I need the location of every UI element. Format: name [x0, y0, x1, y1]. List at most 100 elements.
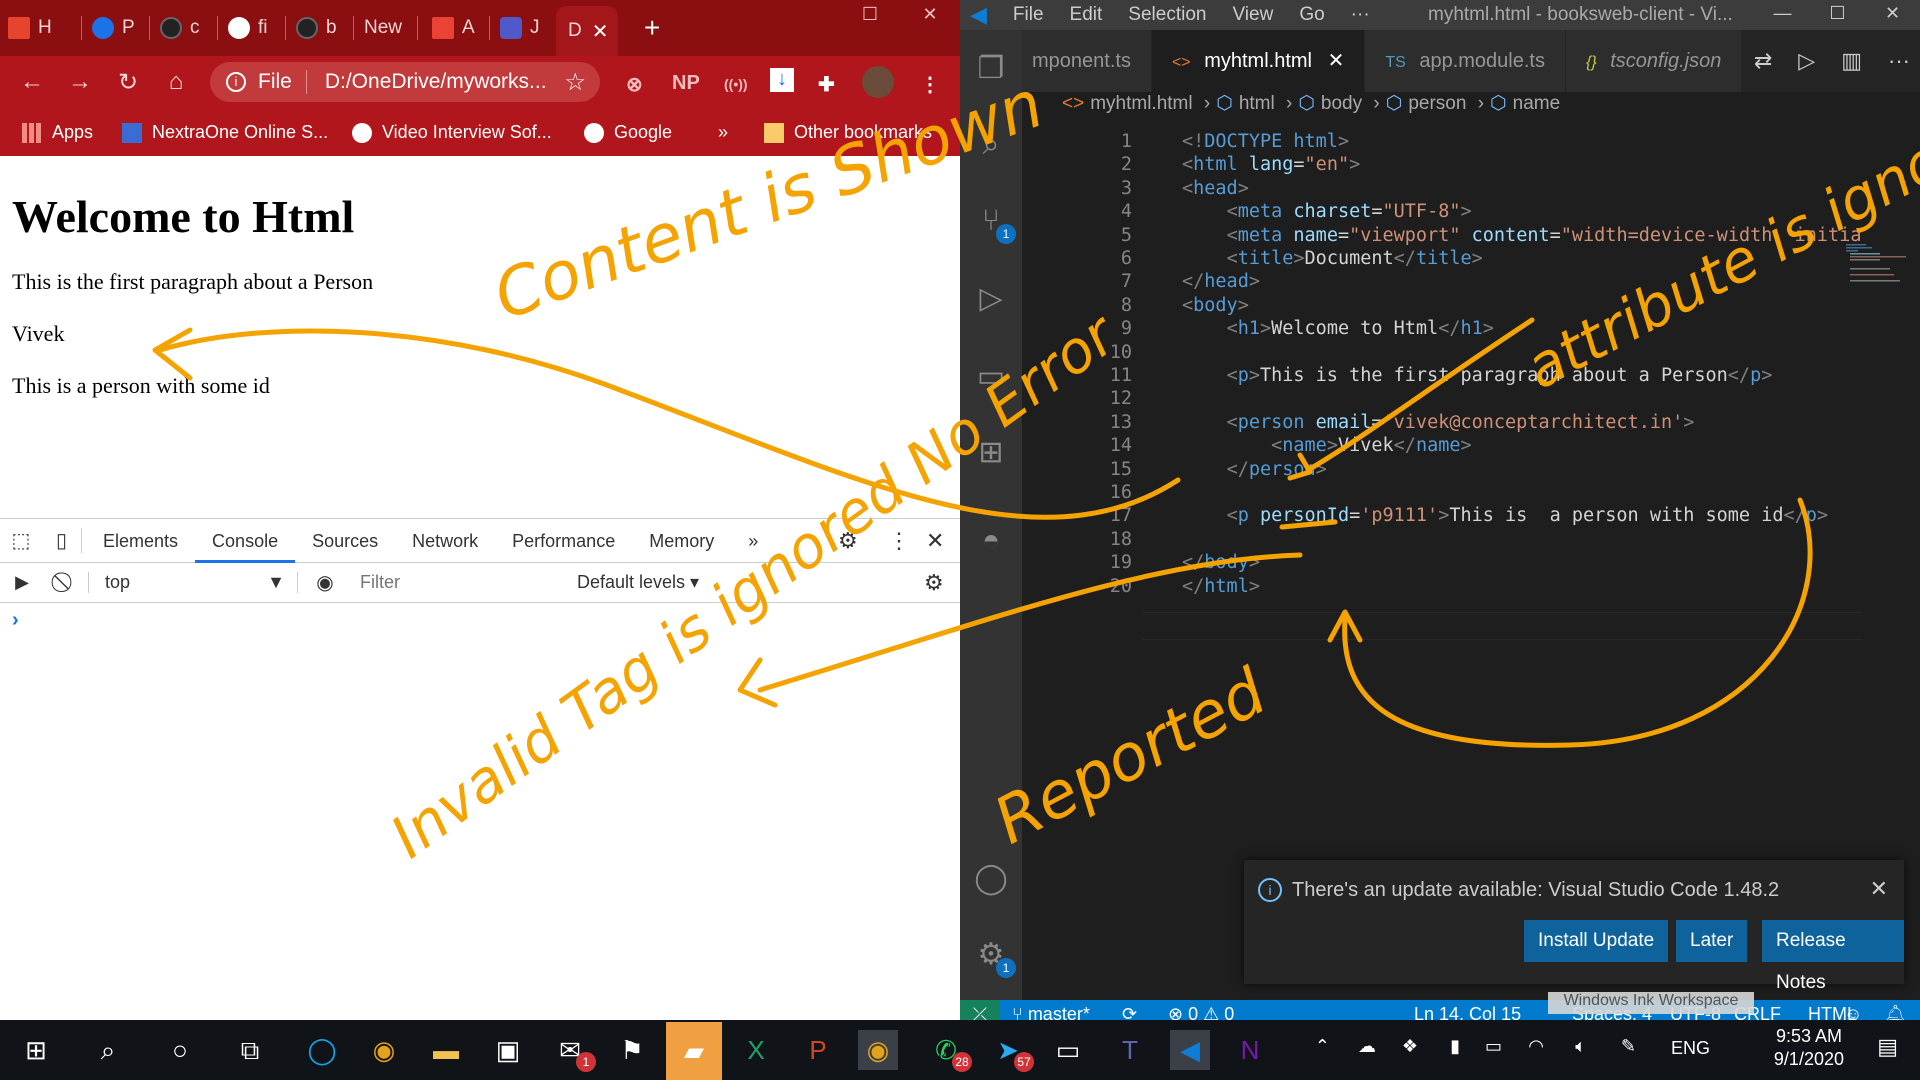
file-explorer-icon[interactable]: ▬	[426, 1030, 466, 1070]
close-icon[interactable]: ✕	[900, 0, 960, 30]
puzzle-icon[interactable]: ✚	[818, 72, 835, 97]
battery-icon[interactable]: ▭	[1485, 1036, 1502, 1057]
tab-close-icon[interactable]: ✕	[592, 19, 609, 44]
sidebar-toggle-icon[interactable]: ▶	[0, 572, 44, 593]
tab-sources[interactable]: Sources	[295, 519, 395, 563]
account-icon[interactable]: ◯	[972, 860, 1010, 898]
more-actions-icon[interactable]: ···	[1888, 48, 1910, 74]
editor-tab-active[interactable]: <> myhtml.html ✕	[1151, 30, 1366, 92]
excel-icon[interactable]: X	[736, 1030, 776, 1070]
device-toolbar-icon[interactable]: ▯	[42, 528, 82, 553]
maximize-icon[interactable]: ☐	[1810, 0, 1865, 26]
new-tab-button[interactable]: +	[644, 8, 660, 48]
source-control-icon[interactable]: ⑂ 1	[972, 202, 1016, 244]
vscode-taskbar-icon[interactable]: ◀	[1170, 1030, 1210, 1070]
bookmark-apps[interactable]: Apps	[22, 122, 93, 143]
later-button[interactable]: Later	[1676, 920, 1748, 962]
console-filter-input[interactable]	[352, 567, 567, 598]
log-levels-dropdown[interactable]: Default levels ▾	[577, 572, 699, 593]
tab-performance[interactable]: Performance	[495, 519, 632, 563]
install-update-button[interactable]: Install Update	[1524, 920, 1669, 962]
url-text[interactable]: D:/OneDrive/myworks...	[325, 70, 547, 94]
chrome-tab[interactable]: New	[364, 8, 418, 48]
broadcast-extension-icon[interactable]: ((•))	[724, 76, 748, 92]
whatsapp-icon[interactable]: ✆ 28	[926, 1030, 972, 1072]
cortana-circle-icon[interactable]: ◯	[302, 1030, 342, 1070]
release-notes-button[interactable]: Release Notes	[1762, 920, 1904, 993]
maximize-icon[interactable]: ☐	[840, 0, 900, 30]
remote-explorer-icon[interactable]: ▭	[972, 358, 1010, 396]
avatar[interactable]	[862, 66, 894, 98]
docker-icon[interactable]: ◓	[972, 522, 1010, 560]
breadcrumb-item[interactable]: body	[1321, 93, 1362, 114]
run-debug-icon[interactable]: ▷	[972, 280, 1010, 318]
breadcrumb-item[interactable]: myhtml.html	[1090, 93, 1192, 114]
sticky-notes-icon[interactable]: ▰	[666, 1022, 722, 1080]
editor-tab[interactable]: {} tsconfig.json	[1565, 30, 1743, 92]
app-icon[interactable]: ⚑	[612, 1030, 652, 1070]
settings-gear-icon[interactable]: ⚙	[838, 528, 858, 554]
chrome-icon[interactable]: ◉	[364, 1030, 404, 1070]
bookmark-google[interactable]: Google	[584, 122, 672, 143]
back-arrow-icon[interactable]: ←	[8, 68, 56, 96]
open-changes-icon[interactable]: ⇄	[1754, 48, 1772, 74]
more-tabs-button[interactable]: »	[731, 519, 775, 563]
chrome-tab[interactable]: J	[500, 8, 552, 48]
cortana-icon[interactable]: ○	[160, 1030, 200, 1070]
close-icon[interactable]: ✕	[1870, 876, 1888, 902]
star-icon[interactable]: ☆	[564, 68, 586, 97]
volume-icon[interactable]: 🔈︎	[1575, 1036, 1586, 1057]
teams-icon[interactable]: T	[1110, 1030, 1150, 1070]
windows-start-icon[interactable]: ⊞	[16, 1030, 56, 1070]
telegram-icon[interactable]: ➤ 57	[988, 1030, 1034, 1072]
chrome-tab[interactable]: P	[92, 8, 150, 48]
menu-dots-icon[interactable]: ⋮	[888, 528, 910, 554]
chrome-tab[interactable]: H	[8, 8, 82, 48]
search-icon[interactable]: ⌕	[972, 126, 1010, 164]
tab-elements[interactable]: Elements	[86, 519, 195, 563]
language-indicator[interactable]: ENG	[1671, 1038, 1710, 1059]
clear-console-icon[interactable]: ⃠	[44, 571, 88, 594]
chrome-tab[interactable]: b	[296, 8, 354, 48]
np-extension-icon[interactable]: NP	[672, 72, 700, 95]
menu-view[interactable]: View	[1232, 4, 1273, 26]
home-icon[interactable]: ⌂	[152, 68, 200, 96]
download-extension-icon[interactable]: ↓	[770, 68, 794, 92]
breadcrumb-item[interactable]: name	[1513, 93, 1561, 114]
close-icon[interactable]: ✕	[1328, 50, 1345, 72]
onenote-icon[interactable]: N	[1230, 1030, 1270, 1070]
menu-dots-icon[interactable]: ⋮	[920, 72, 940, 97]
menu-file[interactable]: File	[1013, 4, 1044, 26]
chrome-tab[interactable]: c	[160, 8, 218, 48]
wifi-icon[interactable]: ◠	[1528, 1036, 1544, 1057]
context-select[interactable]: top ▼	[88, 572, 298, 593]
chrome-tab[interactable]: A	[432, 8, 490, 48]
run-icon[interactable]: ▷	[1798, 48, 1815, 74]
chrome-tab[interactable]: fi	[228, 8, 286, 48]
menu-more[interactable]: ···	[1351, 4, 1370, 26]
menu-edit[interactable]: Edit	[1070, 4, 1103, 26]
manage-gear-icon[interactable]: ⚙ 1	[972, 936, 1016, 978]
eye-icon[interactable]: ◉	[298, 570, 352, 595]
action-center-icon[interactable]: ▤	[1877, 1034, 1898, 1060]
chrome-active-icon[interactable]: ◉	[858, 1030, 898, 1070]
editor-tab[interactable]: TS app.module.ts	[1365, 30, 1566, 92]
info-icon[interactable]: i	[226, 72, 246, 92]
menu-selection[interactable]: Selection	[1128, 4, 1206, 26]
minimap[interactable]	[1846, 244, 1906, 284]
forward-arrow-icon[interactable]: →	[56, 68, 104, 96]
breadcrumb-item[interactable]: person	[1408, 93, 1466, 114]
microphone-icon[interactable]: ▮	[1450, 1036, 1460, 1057]
other-bookmarks[interactable]: Other bookmarks	[764, 122, 932, 143]
chrome-tab-active[interactable]: D ✕	[556, 6, 618, 56]
powerpoint-icon[interactable]: P	[798, 1030, 838, 1070]
bookmark-video-interview[interactable]: Video Interview Sof...	[352, 122, 552, 143]
minimize-icon[interactable]: —	[1755, 0, 1810, 26]
tab-console[interactable]: Console	[195, 519, 296, 563]
split-editor-icon[interactable]: ▥	[1841, 48, 1862, 74]
tab-network[interactable]: Network	[395, 519, 495, 563]
pen-ink-icon[interactable]: ✎	[1621, 1036, 1636, 1057]
chevron-up-icon[interactable]: ⌃	[1315, 1036, 1330, 1057]
store-icon[interactable]: ▣	[488, 1030, 528, 1070]
console-prompt[interactable]: ›	[0, 603, 960, 638]
